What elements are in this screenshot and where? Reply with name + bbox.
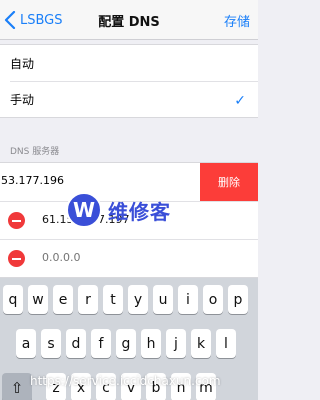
save-button[interactable]: 存储 bbox=[224, 11, 250, 30]
keyboard-row-1: q w e r t y u i o p bbox=[3, 285, 248, 314]
key-r[interactable]: r bbox=[78, 285, 98, 314]
dns-servers-header: DNS 服务器 bbox=[10, 147, 60, 157]
key-s[interactable]: s bbox=[41, 329, 61, 358]
key-j[interactable]: j bbox=[166, 329, 186, 358]
shift-key-icon[interactable]: ⇧ bbox=[2, 373, 32, 400]
keyboard-row-2: a s d f g h j k l bbox=[16, 329, 236, 358]
watermark-logo: W 维修客 bbox=[66, 188, 190, 232]
watermark-url: https://service.iccidchaxun.com bbox=[30, 374, 221, 388]
dns-server-value: 153.177.196 bbox=[0, 174, 64, 187]
key-k[interactable]: k bbox=[191, 329, 211, 358]
key-t[interactable]: t bbox=[103, 285, 123, 314]
key-p[interactable]: p bbox=[228, 285, 248, 314]
watermark-logo-text: 维修客 bbox=[108, 199, 171, 224]
key-f[interactable]: f bbox=[91, 329, 111, 358]
key-y[interactable]: y bbox=[128, 285, 148, 314]
watermark-logo-letter: W bbox=[72, 198, 96, 222]
mode-option-label: 自动 bbox=[10, 56, 35, 71]
remove-circle-icon[interactable] bbox=[8, 212, 25, 229]
key-d[interactable]: d bbox=[66, 329, 86, 358]
dns-mode-group: 自动 手动 ✓ bbox=[0, 44, 258, 118]
watermark-logo-badge: W bbox=[66, 192, 102, 228]
key-e[interactable]: e bbox=[53, 285, 73, 314]
mode-option-manual[interactable]: 手动 ✓ bbox=[10, 81, 258, 117]
dns-server-row[interactable] bbox=[0, 239, 258, 277]
key-o[interactable]: o bbox=[203, 285, 223, 314]
mode-option-label: 手动 bbox=[10, 93, 35, 107]
delete-button[interactable]: 删除 bbox=[200, 163, 258, 201]
key-l[interactable]: l bbox=[216, 329, 236, 358]
remove-circle-icon[interactable] bbox=[8, 250, 25, 267]
mode-option-automatic[interactable]: 自动 bbox=[0, 45, 258, 81]
key-i[interactable]: i bbox=[178, 285, 198, 314]
key-g[interactable]: g bbox=[116, 329, 136, 358]
checkmark-icon: ✓ bbox=[234, 93, 246, 109]
new-dns-server-field[interactable] bbox=[42, 251, 202, 264]
key-q[interactable]: q bbox=[3, 285, 23, 314]
key-w[interactable]: w bbox=[28, 285, 48, 314]
page-title: 配置 DNS bbox=[98, 15, 160, 30]
key-a[interactable]: a bbox=[16, 329, 36, 358]
key-h[interactable]: h bbox=[141, 329, 161, 358]
key-u[interactable]: u bbox=[153, 285, 173, 314]
navigation-bar: LSBGS 配置 DNS 存储 bbox=[0, 0, 258, 40]
